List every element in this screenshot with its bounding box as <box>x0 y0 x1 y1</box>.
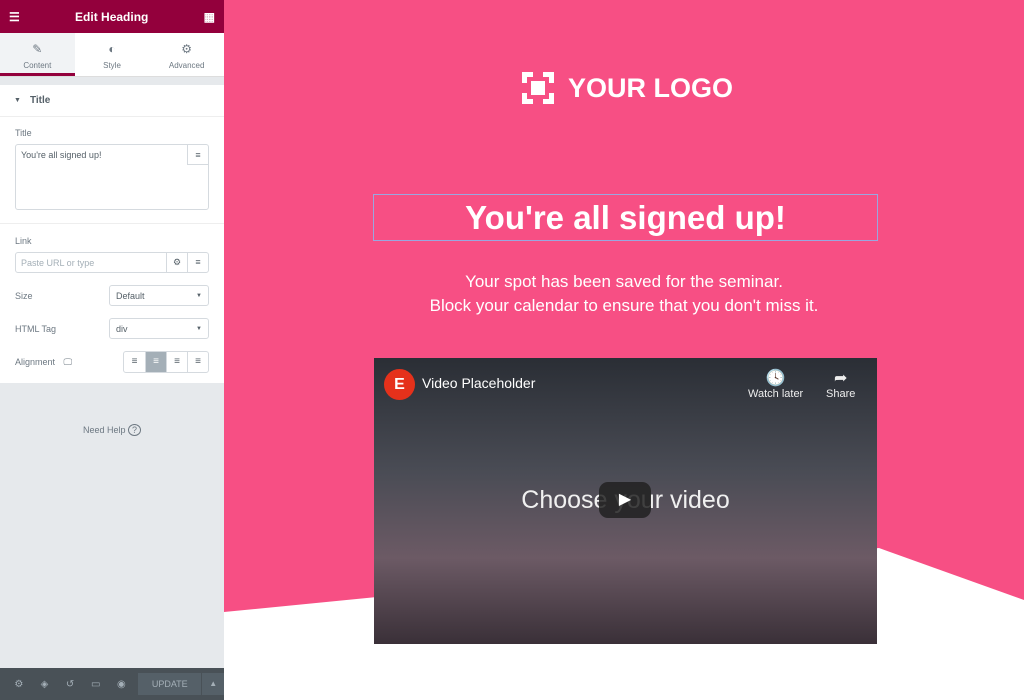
alignment-control: ≡ ≡ ≡ ≡ <box>123 351 209 373</box>
history-icon[interactable]: ↺ <box>57 679 83 690</box>
chevron-down-icon: ▼ <box>196 292 202 299</box>
panel-footer: ⚙ ◈ ↺ ▭ ◉ UPDATE ▲ <box>0 668 224 700</box>
page-heading[interactable]: You're all signed up! <box>373 194 878 241</box>
watch-later-label: Watch later <box>748 388 804 400</box>
subtext: Your spot has been saved for the seminar… <box>324 270 924 318</box>
help-text: Need Help <box>82 425 126 435</box>
tab-content[interactable]: ✎ Content <box>0 33 75 76</box>
link-placeholder: Paste URL or type <box>21 258 95 268</box>
panel-header: ☰ Edit Heading ▦ <box>0 0 224 33</box>
title-value: You're all signed up! <box>21 150 102 160</box>
gear-icon: ⚙ <box>181 42 193 56</box>
tab-style[interactable]: ◐ Style <box>75 33 150 76</box>
tab-advanced[interactable]: ⚙ Advanced <box>149 33 224 76</box>
contrast-icon: ◐ <box>108 42 116 56</box>
share-label: Share <box>826 388 856 400</box>
align-center-button[interactable]: ≡ <box>145 352 166 372</box>
caret-down-icon: ▼ <box>14 97 21 104</box>
tab-label: Content <box>23 61 52 70</box>
need-help-link[interactable]: Need Help ? <box>0 424 224 436</box>
logo-text: YOUR LOGO <box>568 72 734 103</box>
share-button[interactable]: ➦ Share <box>826 368 855 400</box>
section-toggle-title[interactable]: ▼ Title <box>0 85 224 117</box>
watch-later-button[interactable]: 🕓 Watch later <box>748 368 803 400</box>
tab-label: Advanced <box>168 61 205 70</box>
subtext-line: Block your calendar to ensure that you d… <box>429 296 819 315</box>
gear-icon[interactable]: ⚙ <box>166 253 187 272</box>
page-canvas: YOUR LOGO You're all signed up! Your spo… <box>224 0 1024 700</box>
preview-eye-icon[interactable]: ◉ <box>109 679 135 690</box>
responsive-icon[interactable]: ▭ <box>83 679 109 690</box>
link-label: Link <box>15 236 32 246</box>
site-logo: YOUR LOGO <box>522 72 733 104</box>
logo-icon <box>522 72 554 104</box>
database-icon[interactable]: ≡ <box>187 253 208 272</box>
size-select[interactable]: Default ▼ <box>109 285 209 306</box>
align-justify-button[interactable]: ≡ <box>187 352 208 372</box>
link-input[interactable]: Paste URL or type ⚙ ≡ <box>15 252 209 273</box>
size-label: Size <box>15 290 33 301</box>
update-options-button[interactable]: ▲ <box>202 673 224 695</box>
align-right-button[interactable]: ≡ <box>166 352 187 372</box>
update-button[interactable]: UPDATE <box>138 673 202 695</box>
title-textarea[interactable]: You're all signed up! ≡ <box>15 144 209 210</box>
grid-icon[interactable]: ▦ <box>204 10 215 24</box>
panel-title: Edit Heading <box>75 9 149 24</box>
html-tag-value: div <box>116 323 128 334</box>
desktop-icon[interactable]: 🖵 <box>64 357 73 367</box>
settings-icon[interactable]: ⚙ <box>6 679 32 690</box>
html-tag-select[interactable]: div ▼ <box>109 318 209 339</box>
pencil-icon: ✎ <box>32 42 43 56</box>
share-icon: ➦ <box>833 370 848 387</box>
database-icon[interactable]: ≡ <box>187 145 208 165</box>
clock-icon: 🕓 <box>765 370 786 387</box>
play-button[interactable]: ▶ <box>599 482 651 518</box>
menu-icon[interactable]: ☰ <box>9 10 20 24</box>
editor-panel: ☰ Edit Heading ▦ ✎ Content ◐ Style ⚙ Advanc… <box>0 0 224 700</box>
align-left-button[interactable]: ≡ <box>124 352 145 372</box>
question-icon: ? <box>128 424 142 436</box>
chevron-down-icon: ▼ <box>196 325 202 332</box>
section-title: Title <box>29 95 51 106</box>
size-value: Default <box>116 290 145 301</box>
layers-icon[interactable]: ◈ <box>32 679 58 690</box>
html-tag-label: HTML Tag <box>15 323 57 334</box>
tab-label: Style <box>103 61 121 70</box>
elementor-logo-icon: Ε <box>384 369 415 400</box>
video-placeholder[interactable]: Ε Video Placeholder 🕓 Watch later ➦ Share … <box>374 358 877 644</box>
video-title[interactable]: Video Placeholder <box>422 375 535 391</box>
subtext-line: Your spot has been saved for the seminar… <box>465 272 783 291</box>
alignment-label: Alignment <box>15 356 56 367</box>
title-label: Title <box>15 128 32 138</box>
